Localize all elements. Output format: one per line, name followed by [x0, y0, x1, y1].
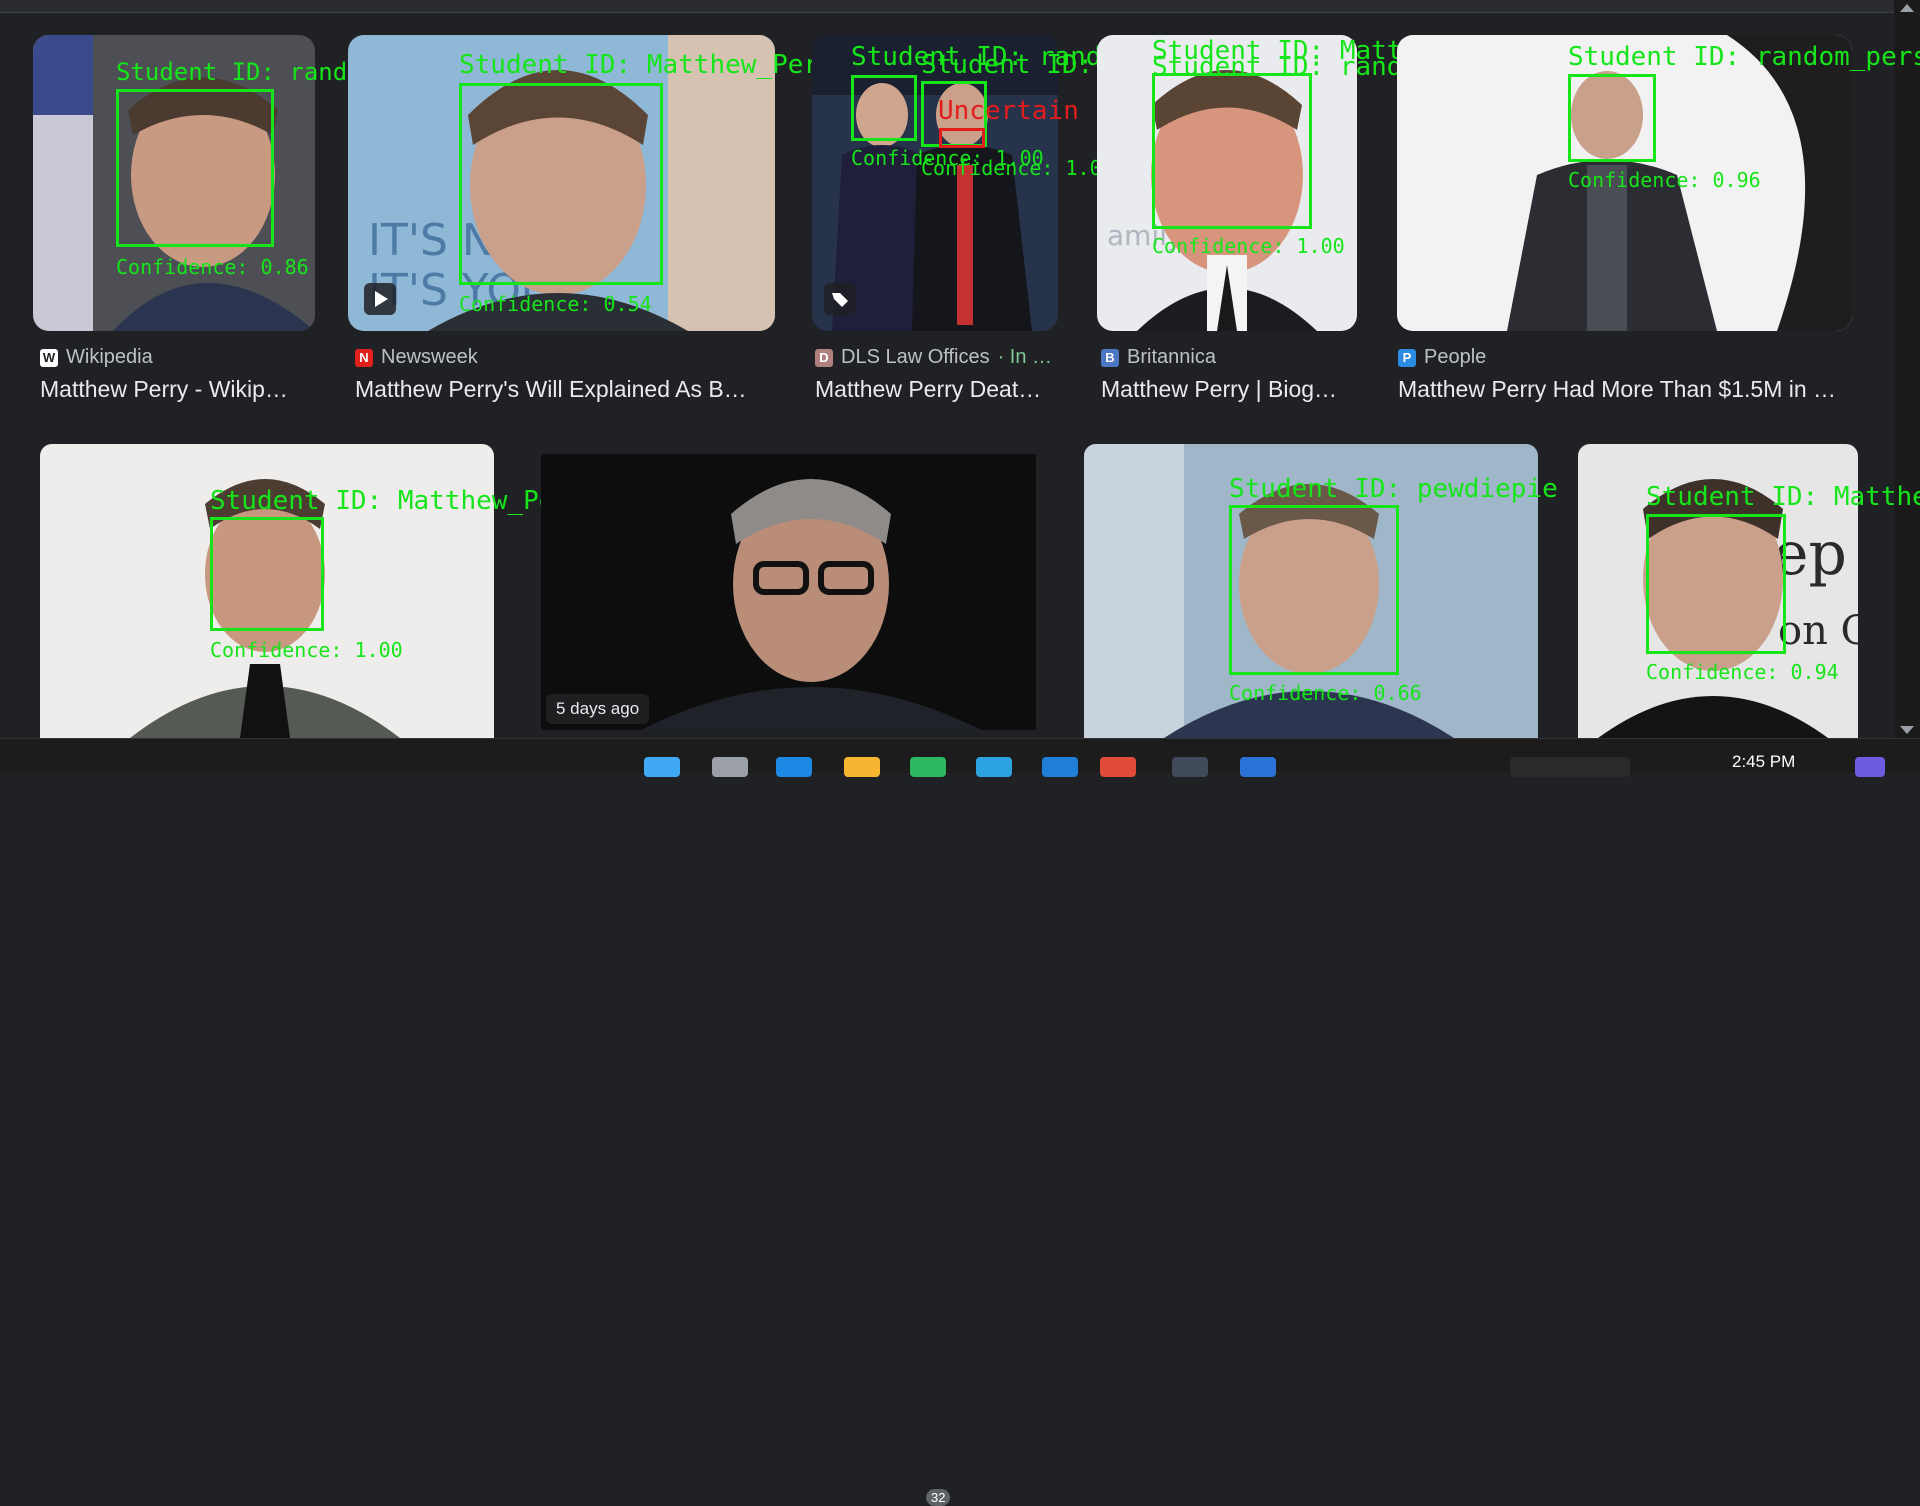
- tag-badge: [824, 283, 856, 315]
- face-bounding-box: [1229, 505, 1399, 675]
- telegram-icon[interactable]: [976, 757, 1012, 777]
- confidence-label: Confidence: 0.86: [116, 255, 309, 279]
- uncertain-bounding-box: [939, 128, 985, 148]
- wikipedia-favicon-icon: W: [40, 348, 58, 367]
- face-bounding-box: [851, 75, 917, 141]
- notification-count-badge: 32: [926, 1489, 951, 1506]
- tag-icon: [832, 293, 848, 307]
- britannica-favicon-icon: B: [1101, 348, 1119, 367]
- chrome-icon[interactable]: [1100, 757, 1136, 777]
- file-explorer-icon[interactable]: [844, 757, 880, 777]
- face-bounding-box: [1646, 514, 1786, 654]
- result-source[interactable]: W Wikipedia: [40, 346, 153, 369]
- confidence-label: Confidence: 0.66: [1229, 681, 1422, 705]
- source-name: Britannica: [1127, 346, 1216, 368]
- system-tray-icons[interactable]: [1510, 757, 1630, 777]
- confidence-label: Confidence: 0.94: [1646, 660, 1839, 684]
- confidence-label: Confidence: 0.96: [1568, 168, 1761, 192]
- uncertain-label: Uncertain: [938, 96, 1079, 126]
- terminal-icon[interactable]: [1172, 757, 1208, 777]
- result-title[interactable]: Matthew Perry's Will Explained As B…: [355, 376, 765, 403]
- result-source[interactable]: N Newsweek: [355, 346, 478, 369]
- student-id-label: Student ID: pewdiepie: [1229, 474, 1558, 504]
- source-name: People: [1424, 346, 1487, 368]
- vscode-icon[interactable]: [1042, 757, 1078, 777]
- face-bounding-box: [459, 83, 663, 285]
- result-source[interactable]: B Britannica: [1101, 346, 1216, 369]
- result-title[interactable]: Matthew Perry Had More Than $1.5M in …: [1398, 376, 1853, 403]
- person-photo: [541, 454, 1036, 730]
- result-title[interactable]: Matthew Perry - Wikip…: [40, 376, 310, 403]
- face-bounding-box: [1152, 73, 1312, 229]
- student-id-label: Student ID: random_pers: [1568, 42, 1920, 72]
- copilot-icon[interactable]: [1855, 757, 1885, 777]
- scroll-up-arrow-icon[interactable]: [1900, 4, 1914, 12]
- result-source[interactable]: P People: [1398, 346, 1486, 369]
- result-title[interactable]: Matthew Perry | Biog…: [1101, 376, 1353, 403]
- vertical-scrollbar[interactable]: [1894, 0, 1920, 738]
- confidence-label: Confidence: 1.00: [210, 638, 403, 662]
- result-title[interactable]: Matthew Perry Deat…: [815, 376, 1055, 403]
- result-thumbnail[interactable]: 5 days ago: [541, 454, 1036, 730]
- source-extra: · In …: [997, 346, 1053, 368]
- confidence-label: Confidence: 0.54: [459, 292, 652, 316]
- source-name: DLS Law Offices: [841, 346, 990, 368]
- windows-start-icon[interactable]: [644, 757, 680, 777]
- source-name: Wikipedia: [66, 346, 153, 368]
- confidence-label: Confidence: 1.00: [921, 156, 1114, 180]
- windows-taskbar: 32: [0, 738, 1920, 1506]
- scroll-down-arrow-icon[interactable]: [1900, 726, 1914, 734]
- search-icon[interactable]: [712, 757, 748, 777]
- video-play-badge: [364, 283, 396, 315]
- face-bounding-box: [210, 517, 324, 631]
- svg-text:on C: on C: [1778, 608, 1858, 654]
- student-id-label: Student ID: Matthew: [1646, 482, 1920, 512]
- result-source[interactable]: D DLS Law Offices · In …: [815, 346, 1052, 369]
- people-favicon-icon: P: [1398, 348, 1416, 367]
- source-name: Newsweek: [381, 346, 478, 368]
- whatsapp-icon[interactable]: [910, 757, 946, 777]
- newsweek-favicon-icon: N: [355, 348, 373, 367]
- app-icon[interactable]: [1240, 757, 1276, 777]
- timestamp-badge: 5 days ago: [546, 694, 650, 724]
- face-bounding-box: [1568, 74, 1656, 162]
- face-bounding-box: [116, 89, 274, 247]
- confidence-label: Confidence: 1.00: [1152, 234, 1345, 258]
- store-icon[interactable]: [776, 757, 812, 777]
- play-icon: [375, 291, 388, 307]
- dls-law-favicon-icon: D: [815, 348, 833, 367]
- student-id-label: Student ID: Matthew_Perry: [459, 50, 851, 80]
- taskbar-clock[interactable]: 2:45 PM: [1732, 752, 1795, 772]
- top-toolbar-edge: [0, 0, 1894, 13]
